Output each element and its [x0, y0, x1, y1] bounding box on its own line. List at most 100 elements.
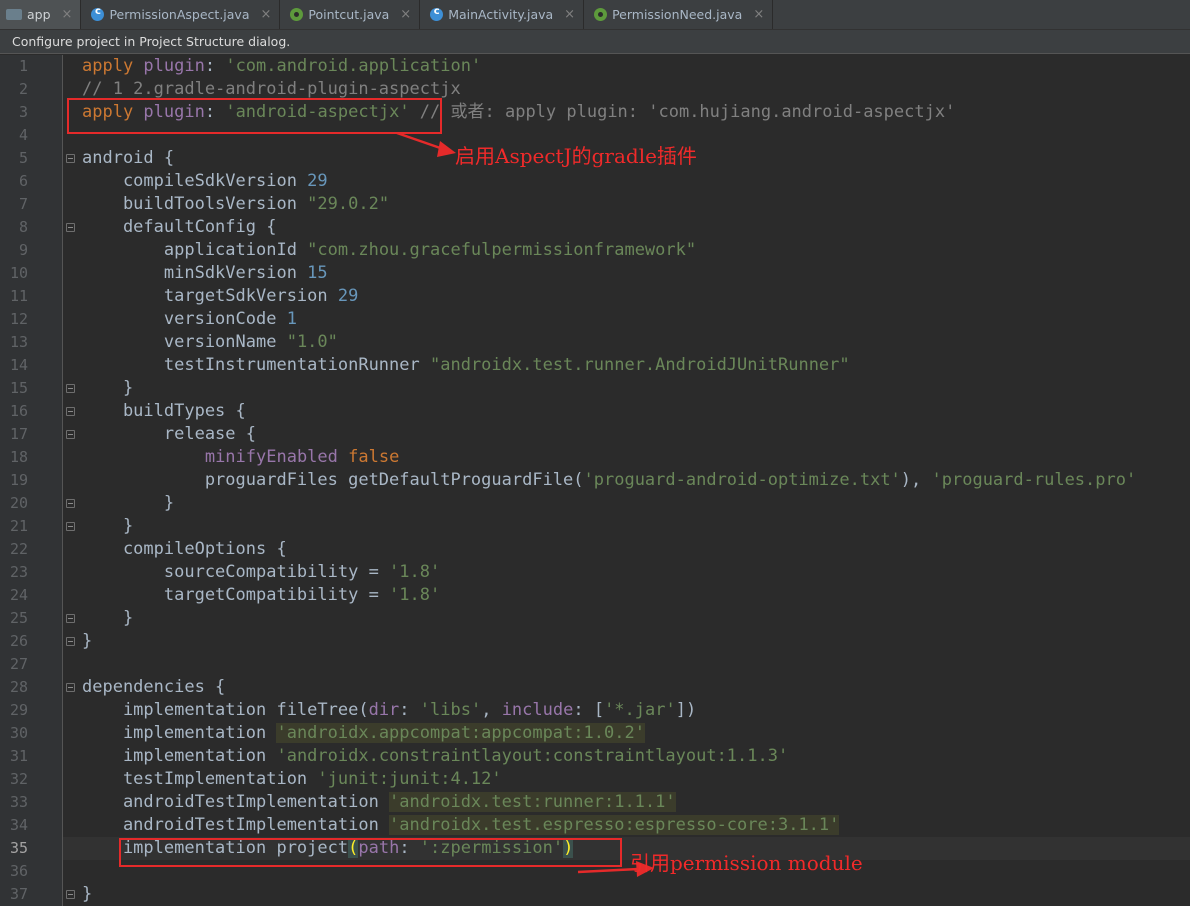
code-token: defaultConfig { — [82, 217, 277, 237]
code-line: android { — [82, 147, 174, 170]
code-line: minSdkVersion 15 — [82, 262, 328, 285]
tab-mainactivity[interactable]: MainActivity.java × — [420, 0, 585, 29]
fold-toggle-icon[interactable] — [66, 430, 75, 439]
close-icon[interactable]: × — [564, 7, 575, 22]
close-icon[interactable]: × — [260, 7, 271, 22]
code-token: } — [82, 493, 175, 513]
code-editor[interactable]: 1 2 3 4 5 6 7 8 9 10 11 12 13 14 15 16 17 18 19 20 21 22 23 24 2… — [0, 55, 1190, 906]
code-token: compileOptions { — [82, 539, 287, 559]
line-number: 25 — [9, 609, 28, 627]
code-token: dir — [368, 700, 400, 720]
code-token: targetSdkVersion — [82, 286, 338, 306]
line-number: 24 — [9, 586, 28, 604]
code-token: testImplementation — [82, 769, 318, 789]
code-token: 'com.android.application' — [225, 56, 482, 76]
annotation-icon — [594, 8, 608, 21]
code-token: minSdkVersion — [82, 263, 308, 283]
fold-toggle-icon[interactable] — [66, 522, 75, 531]
line-number: 37 — [9, 885, 28, 903]
code-token: 'androidx.appcompat:appcompat:1.0.2' — [276, 723, 645, 743]
tab-label: app — [27, 7, 51, 22]
code-token: 29 — [337, 286, 359, 306]
code-line: } — [82, 492, 174, 515]
annotation-icon — [290, 8, 304, 21]
code-line: testInstrumentationRunner "androidx.test… — [82, 354, 850, 377]
line-number: 12 — [9, 310, 28, 328]
code-token: plugin — [133, 56, 205, 76]
line-number: 17 — [9, 425, 28, 443]
fold-toggle-icon[interactable] — [66, 154, 75, 163]
code-token: 'androidx.test:runner:1.1.1' — [389, 792, 676, 812]
code-token: testInstrumentationRunner — [82, 355, 430, 375]
code-token: 'proguard-rules.pro' — [931, 470, 1137, 490]
tab-permissionneed[interactable]: PermissionNeed.java × — [584, 0, 774, 29]
fold-toggle-icon[interactable] — [66, 407, 75, 416]
line-number: 14 — [9, 356, 28, 374]
code-token: androidTestImplementation — [82, 815, 390, 835]
code-token: dependencies { — [82, 677, 226, 697]
line-number: 27 — [9, 655, 28, 673]
tab-permissionaspect[interactable]: PermissionAspect.java × — [81, 0, 281, 29]
code-token: 1 — [286, 309, 297, 329]
close-icon[interactable]: × — [62, 7, 73, 22]
code-line: } — [82, 515, 133, 538]
line-number: 13 — [9, 333, 28, 351]
code-token: : — [204, 56, 226, 76]
code-token: 'libs' — [419, 700, 482, 720]
fold-toggle-icon[interactable] — [66, 223, 75, 232]
line-number: 26 — [9, 632, 28, 650]
line-number: 21 — [9, 517, 28, 535]
line-number: 31 — [9, 747, 28, 765]
code-line: compileSdkVersion 29 — [82, 170, 328, 193]
code-line: sourceCompatibility = '1.8' — [82, 561, 440, 584]
code-line: apply plugin: 'com.android.application' — [82, 55, 481, 78]
line-number: 2 — [18, 80, 28, 98]
line-number: 10 — [9, 264, 28, 282]
editor-tab-bar: app × PermissionAspect.java × Pointcut.j… — [0, 0, 1190, 30]
line-number: 9 — [18, 241, 28, 259]
fold-toggle-icon[interactable] — [66, 637, 75, 646]
code-line: targetSdkVersion 29 — [82, 285, 358, 308]
line-number: 6 — [18, 172, 28, 190]
line-number: 1 — [18, 57, 28, 75]
fold-toggle-icon[interactable] — [66, 890, 75, 899]
line-number: 11 — [9, 287, 28, 305]
tab-label: MainActivity.java — [448, 7, 554, 22]
fold-toggle-icon[interactable] — [66, 499, 75, 508]
code-token: minifyEnabled — [204, 447, 349, 467]
code-token: apply — [82, 56, 134, 76]
android-module-icon — [6, 9, 22, 20]
tab-app[interactable]: app × — [0, 0, 82, 29]
code-token: sourceCompatibility = — [82, 562, 390, 582]
code-token: versionCode — [82, 309, 287, 329]
code-token: : [ — [573, 700, 605, 720]
fold-toggle-icon[interactable] — [66, 683, 75, 692]
code-token: compileSdkVersion — [82, 171, 308, 191]
tab-label: PermissionAspect.java — [109, 7, 250, 22]
code-line: androidTestImplementation 'androidx.test… — [82, 814, 840, 837]
fold-toggle-icon[interactable] — [66, 384, 75, 393]
annotation-box-permission-module — [119, 838, 622, 867]
tab-label: PermissionNeed.java — [612, 7, 743, 22]
line-number: 18 — [9, 448, 28, 466]
banner-text: Configure project in Project Structure d… — [12, 34, 291, 49]
code-token: versionName — [82, 332, 287, 352]
code-token: } — [82, 516, 134, 536]
line-number: 3 — [18, 103, 28, 121]
code-line: minifyEnabled false — [82, 446, 399, 469]
code-token: include — [501, 700, 574, 720]
project-structure-banner[interactable]: Configure project in Project Structure d… — [0, 30, 1190, 54]
close-icon[interactable]: × — [400, 7, 411, 22]
code-line: defaultConfig { — [82, 216, 277, 239]
line-number: 20 — [9, 494, 28, 512]
code-token: '1.8' — [389, 585, 441, 605]
line-number: 23 — [9, 563, 28, 581]
fold-toggle-icon[interactable] — [66, 614, 75, 623]
code-token: 'androidx.test.espresso:espresso-core:3.… — [389, 815, 840, 835]
java-class-icon — [430, 6, 444, 21]
tab-pointcut[interactable]: Pointcut.java × — [280, 0, 421, 29]
close-icon[interactable]: × — [753, 7, 764, 22]
code-line: } — [82, 630, 92, 653]
code-token: } — [82, 378, 134, 398]
line-number: 30 — [9, 724, 28, 742]
